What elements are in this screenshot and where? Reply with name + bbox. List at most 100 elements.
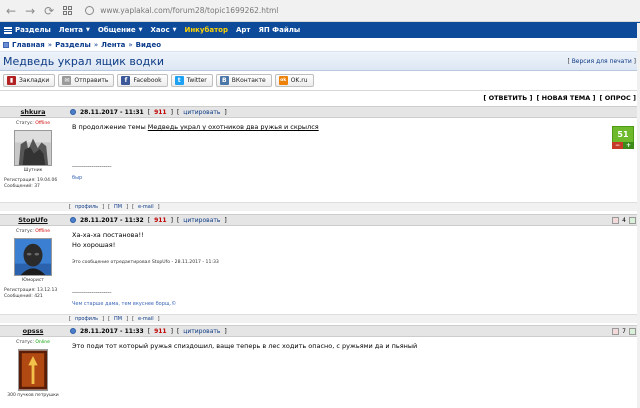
vk-icon: В xyxy=(219,76,229,85)
post-body: Статус: Offline Шутник Регистрация: 19.0… xyxy=(0,118,640,202)
signature-separator: -------------------- xyxy=(72,163,112,170)
post-date: 28.11.2017 - 11:32 xyxy=(80,216,144,224)
rating-value: 51 xyxy=(612,126,634,142)
rate-up-button[interactable]: + xyxy=(623,142,634,149)
post-date: 28.11.2017 - 11:33 xyxy=(80,327,144,335)
share-ok-button[interactable]: ok OK.ru xyxy=(274,74,314,87)
nav-item-feed[interactable]: Лента ▼ xyxy=(59,26,90,34)
user-title: Шутник xyxy=(23,168,43,173)
user-info: Статус: Offline Шутник Регистрация: 19.0… xyxy=(0,118,66,202)
post-rating: 4 xyxy=(612,216,636,224)
print-version: [ Версия для печати ] xyxy=(567,57,636,65)
breadcrumb-feed[interactable]: Лента xyxy=(101,41,125,49)
post-body: Статус: Online 300 пучков петрушки Это п… xyxy=(0,337,640,408)
cite-button[interactable]: цитировать xyxy=(183,109,220,116)
user-registration: 19.04.06 xyxy=(37,178,58,183)
user-title: 300 пучков петрушки xyxy=(7,393,59,398)
breadcrumb-sections[interactable]: Разделы xyxy=(55,41,91,49)
user-avatar[interactable] xyxy=(18,349,48,391)
post-content: Это поди тот который ружья спиздошил, ва… xyxy=(66,337,640,408)
breadcrumb-home[interactable]: Главная xyxy=(12,41,45,49)
profile-link[interactable]: профиль xyxy=(75,316,98,322)
edited-note: Это сообщение отредактировал StopUfo - 2… xyxy=(72,260,219,265)
main-navigation: Разделы Лента ▼ Общение ▼ Хаос ▼ Инкубатор … xyxy=(0,22,640,38)
cite-button[interactable]: цитировать xyxy=(183,217,220,224)
caret-down-icon: ▼ xyxy=(138,27,143,33)
post-number[interactable]: 911 xyxy=(154,328,167,335)
post-link-icon[interactable] xyxy=(70,109,76,115)
user-status: Статус: Offline xyxy=(16,121,50,126)
breadcrumb-separator: » xyxy=(128,40,133,49)
nav-item-files[interactable]: ЯП Файлы xyxy=(258,26,300,34)
address-url[interactable]: www.yaplakal.com/forum28/topic1699262.ht… xyxy=(100,6,278,15)
post-author[interactable]: StopUfo xyxy=(0,216,66,224)
rating-value: 4 xyxy=(622,216,626,224)
caret-down-icon: ▼ xyxy=(172,27,177,33)
print-version-link[interactable]: Версия для печати xyxy=(572,58,632,65)
rate-down-icon[interactable] xyxy=(612,327,620,335)
nav-item-talk[interactable]: Общение ▼ xyxy=(98,26,143,34)
pm-link[interactable]: ПМ xyxy=(114,204,122,210)
post-number[interactable]: 911 xyxy=(154,217,167,224)
post: StopUfo 28.11.2017 - 11:32 [911] [цитиро… xyxy=(0,214,640,323)
rate-up-icon[interactable] xyxy=(629,327,636,335)
post-footer: [профиль] [ПМ] [e-mail] xyxy=(0,202,640,211)
post-author[interactable]: shkura xyxy=(0,108,66,116)
rating-widget: 51 − + xyxy=(612,126,634,149)
page-title: Медведь украл ящик водки xyxy=(3,54,164,68)
share-bookmarks-button[interactable]: ▮ Закладки xyxy=(3,74,56,87)
profile-link[interactable]: профиль xyxy=(75,204,98,210)
breadcrumb-separator: » xyxy=(93,40,99,49)
post-date: 28.11.2017 - 11:31 xyxy=(80,108,144,116)
new-topic-button[interactable]: [ НОВАЯ ТЕМА ] xyxy=(536,94,595,102)
nav-item-sections[interactable]: Разделы xyxy=(4,26,51,34)
share-facebook-button[interactable]: f Facebook xyxy=(117,74,168,87)
apps-grid-icon[interactable] xyxy=(63,6,73,15)
post-line: Ха-ха-ха постанова!! xyxy=(72,231,144,239)
poll-button[interactable]: [ ОПРОС ] xyxy=(600,94,637,102)
breadcrumb-video[interactable]: Видео xyxy=(136,41,161,49)
back-icon[interactable]: ← xyxy=(6,5,16,17)
nav-item-chaos[interactable]: Хаос ▼ xyxy=(151,26,177,34)
user-title: Юморист xyxy=(22,278,44,283)
post-body: Статус: Offline Юморист Регистрация: 13.… xyxy=(0,226,640,314)
post-link[interactable]: Медведь украл у охотников два ружья и ск… xyxy=(148,123,319,131)
user-stats: Регистрация: 13.12.13 Сообщений: 421 xyxy=(4,288,58,299)
user-stats: Регистрация: 19.04.06 Сообщений: 37 xyxy=(4,178,58,189)
cite-button[interactable]: цитировать xyxy=(183,328,220,335)
rate-down-button[interactable]: − xyxy=(612,142,623,149)
rate-down-icon[interactable] xyxy=(612,216,620,224)
address-bar[interactable]: www.yaplakal.com/forum28/topic1699262.ht… xyxy=(81,0,640,22)
menu-icon xyxy=(4,26,12,34)
user-info: Статус: Offline Юморист Регистрация: 13.… xyxy=(0,226,66,314)
reply-button[interactable]: [ ОТВЕТИТЬ ] xyxy=(483,94,532,102)
post-number[interactable]: 911 xyxy=(154,109,167,116)
globe-icon xyxy=(85,6,95,15)
reload-icon[interactable]: ⟳ xyxy=(44,5,54,17)
user-avatar[interactable] xyxy=(14,130,52,166)
post-header: shkura 28.11.2017 - 11:31 [911] [цитиров… xyxy=(0,106,640,118)
share-twitter-button[interactable]: t Twitter xyxy=(170,74,213,87)
share-bar: ▮ Закладки ✉ Отправить f Facebook t Twit… xyxy=(0,71,640,91)
email-link[interactable]: e-mail xyxy=(138,316,154,322)
post-author[interactable]: opsss xyxy=(0,327,66,335)
post-rating: 7 xyxy=(612,327,636,335)
pm-link[interactable]: ПМ xyxy=(114,316,122,322)
topic-header: Медведь украл ящик водки [ Версия для пе… xyxy=(0,52,640,71)
user-registration: 13.12.13 xyxy=(37,288,58,293)
forward-icon[interactable]: → xyxy=(25,5,35,17)
post-link-icon[interactable] xyxy=(70,217,76,223)
share-send-button[interactable]: ✉ Отправить xyxy=(58,74,115,87)
user-avatar[interactable] xyxy=(14,238,52,276)
nav-item-incubator[interactable]: Инкубатор xyxy=(184,26,228,34)
twitter-icon: t xyxy=(174,76,184,85)
post-footer: [профиль] [ПМ] [e-mail] xyxy=(0,314,640,323)
rate-up-icon[interactable] xyxy=(629,216,636,224)
post: opsss 28.11.2017 - 11:33 [911] [цитирова… xyxy=(0,325,640,408)
nav-item-art[interactable]: Арт xyxy=(236,26,251,34)
share-vk-button[interactable]: В ВКонтакте xyxy=(215,74,272,87)
email-link[interactable]: e-mail xyxy=(138,204,154,210)
post-header: StopUfo 28.11.2017 - 11:32 [911] [цитиро… xyxy=(0,214,640,226)
post-link-icon[interactable] xyxy=(70,328,76,334)
mail-icon: ✉ xyxy=(62,76,72,85)
